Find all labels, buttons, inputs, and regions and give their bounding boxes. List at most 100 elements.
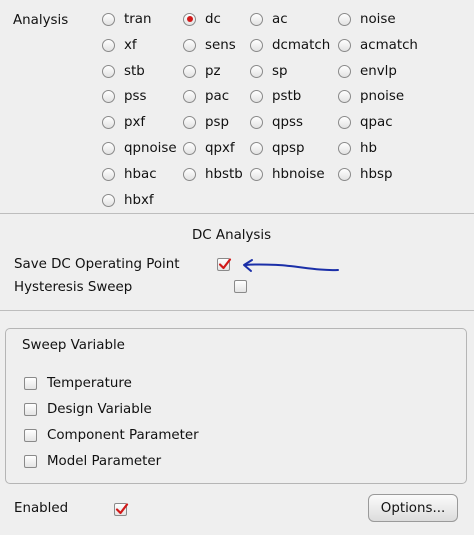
analysis-option-psp[interactable]: psp — [183, 112, 229, 132]
analysis-option-label: hbsp — [360, 166, 393, 182]
radio-button[interactable] — [183, 64, 196, 78]
analysis-option-pnoise[interactable]: pnoise — [338, 86, 404, 106]
radio-button[interactable] — [250, 64, 263, 78]
analysis-option-label: noise — [360, 11, 396, 27]
hysteresis-sweep-checkbox[interactable] — [234, 280, 248, 293]
radio-button[interactable] — [250, 38, 263, 52]
analysis-option-label: dcmatch — [272, 37, 331, 53]
design-variable-label: Design Variable — [47, 401, 152, 417]
radio-button[interactable] — [183, 115, 196, 129]
section-divider-2 — [0, 310, 474, 311]
analysis-option-label: qpsp — [272, 140, 305, 156]
radio-button[interactable] — [338, 115, 351, 129]
analysis-option-qpxf[interactable]: qpxf — [183, 138, 235, 158]
analysis-option-acmatch[interactable]: acmatch — [338, 35, 418, 55]
analysis-option-hbstb[interactable]: hbstb — [183, 164, 243, 184]
analysis-option-dcmatch[interactable]: dcmatch — [250, 35, 330, 55]
radio-button[interactable] — [102, 38, 115, 52]
analysis-option-noise[interactable]: noise — [338, 9, 396, 29]
radio-button[interactable] — [250, 115, 263, 129]
component-parameter-checkbox[interactable] — [24, 428, 37, 442]
analysis-option-label: hbxf — [124, 192, 154, 208]
analysis-option-pac[interactable]: pac — [183, 86, 229, 106]
sweep-variable-title: Sweep Variable — [22, 338, 125, 353]
radio-button[interactable] — [102, 167, 115, 181]
radio-button[interactable] — [250, 141, 263, 155]
analysis-option-sp[interactable]: sp — [250, 61, 287, 81]
save-dc-op-checkbox[interactable] — [217, 258, 232, 271]
analysis-option-hbac[interactable]: hbac — [102, 164, 157, 184]
analysis-option-label: hb — [360, 140, 377, 156]
radio-button[interactable] — [102, 115, 115, 129]
analysis-option-sens[interactable]: sens — [183, 35, 236, 55]
analysis-option-envlp[interactable]: envlp — [338, 61, 397, 81]
component-parameter-label: Component Parameter — [47, 427, 199, 443]
analysis-option-qpnoise[interactable]: qpnoise — [102, 138, 177, 158]
analysis-option-label: hbnoise — [272, 166, 325, 182]
analysis-option-hbxf[interactable]: hbxf — [102, 190, 154, 210]
analysis-option-label: pss — [124, 88, 147, 104]
analysis-option-label: xf — [124, 37, 137, 53]
analysis-option-pstb[interactable]: pstb — [250, 86, 301, 106]
radio-button[interactable] — [183, 38, 196, 52]
options-button[interactable]: Options... — [368, 494, 458, 522]
analysis-option-label: stb — [124, 63, 145, 79]
sweep-option-temperature[interactable]: Temperature — [24, 373, 132, 393]
model-parameter-label: Model Parameter — [47, 453, 162, 469]
model-parameter-checkbox[interactable] — [24, 454, 37, 468]
radio-button[interactable] — [338, 38, 351, 52]
sweep-option-model-parameter[interactable]: Model Parameter — [24, 451, 161, 471]
temperature-label: Temperature — [47, 375, 132, 391]
analysis-option-hb[interactable]: hb — [338, 138, 377, 158]
enabled-label: Enabled — [14, 501, 69, 516]
radio-button[interactable] — [250, 167, 263, 181]
analysis-label: Analysis — [13, 13, 69, 28]
radio-button[interactable] — [183, 89, 196, 103]
analysis-option-pz[interactable]: pz — [183, 61, 221, 81]
analysis-option-label: pxf — [124, 114, 146, 130]
radio-button[interactable] — [183, 141, 196, 155]
radio-button[interactable] — [250, 89, 263, 103]
analysis-option-qpac[interactable]: qpac — [338, 112, 393, 132]
enabled-checkbox[interactable] — [113, 503, 128, 516]
radio-button[interactable] — [338, 12, 351, 26]
radio-button[interactable] — [338, 167, 351, 181]
save-dc-op-label: Save DC Operating Point — [14, 257, 180, 272]
analysis-option-label: acmatch — [360, 37, 418, 53]
analysis-option-label: pnoise — [360, 88, 405, 104]
analysis-option-label: tran — [124, 11, 152, 27]
sweep-option-design-variable[interactable]: Design Variable — [24, 399, 152, 419]
analysis-option-tran[interactable]: tran — [102, 9, 151, 29]
radio-button[interactable] — [102, 193, 115, 207]
temperature-checkbox[interactable] — [24, 376, 37, 390]
radio-button[interactable] — [102, 64, 115, 78]
design-variable-checkbox[interactable] — [24, 402, 37, 416]
analysis-option-pss[interactable]: pss — [102, 86, 146, 106]
radio-button[interactable] — [102, 141, 115, 155]
analysis-option-label: qpac — [360, 114, 393, 130]
analysis-option-qpss[interactable]: qpss — [250, 112, 303, 132]
radio-button[interactable] — [102, 89, 115, 103]
radio-button[interactable] — [338, 141, 351, 155]
radio-button[interactable] — [183, 12, 196, 26]
analysis-option-label: hbac — [124, 166, 157, 182]
radio-button[interactable] — [338, 64, 351, 78]
analysis-option-ac[interactable]: ac — [250, 9, 288, 29]
analysis-option-pxf[interactable]: pxf — [102, 112, 145, 132]
analysis-option-hbnoise[interactable]: hbnoise — [250, 164, 325, 184]
analysis-option-xf[interactable]: xf — [102, 35, 137, 55]
section-divider — [0, 213, 474, 214]
radio-button[interactable] — [183, 167, 196, 181]
analysis-option-stb[interactable]: stb — [102, 61, 145, 81]
checkmark-icon — [115, 503, 128, 515]
sweep-option-component-parameter[interactable]: Component Parameter — [24, 425, 199, 445]
analysis-option-label: hbstb — [205, 166, 243, 182]
analysis-option-dc[interactable]: dc — [183, 9, 221, 29]
analysis-option-qpsp[interactable]: qpsp — [250, 138, 304, 158]
analysis-option-label: sp — [272, 63, 288, 79]
radio-button[interactable] — [102, 12, 115, 26]
radio-button[interactable] — [250, 12, 263, 26]
analysis-option-hbsp[interactable]: hbsp — [338, 164, 392, 184]
radio-button[interactable] — [338, 89, 351, 103]
sweep-variable-group: Sweep Variable Temperature Design Variab… — [5, 328, 467, 484]
